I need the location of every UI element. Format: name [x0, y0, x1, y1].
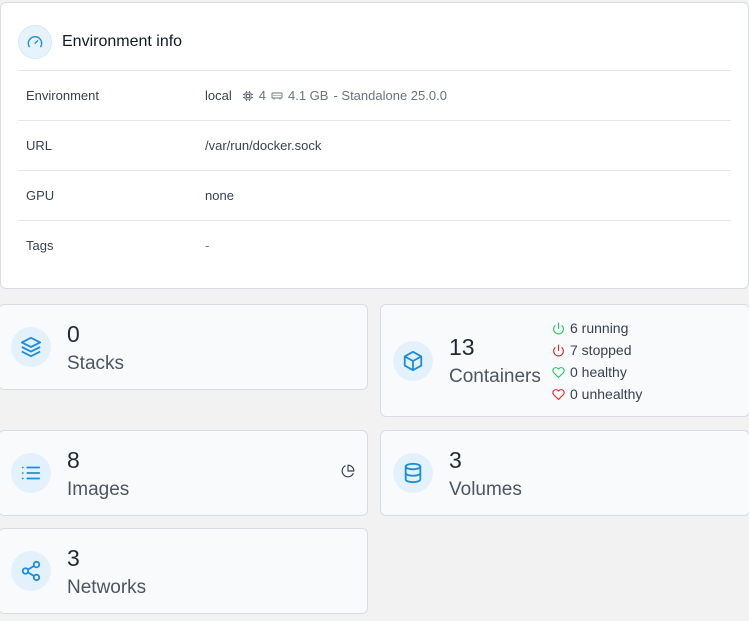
- cpu-count: 4: [258, 88, 266, 103]
- images-card[interactable]: 8 Images: [0, 430, 368, 516]
- stacks-label: Stacks: [67, 353, 125, 374]
- env-value-tags: -: [205, 238, 210, 253]
- memory-icon: [271, 90, 283, 102]
- pie-chart-icon[interactable]: [341, 464, 355, 483]
- volumes-label: Volumes: [449, 479, 522, 500]
- env-key-tags: Tags: [26, 238, 54, 253]
- heart-unhealthy-icon: [552, 388, 565, 400]
- volumes-count: 3: [449, 447, 462, 473]
- environment-name: local: [205, 88, 232, 103]
- stopped-count: 7 stopped: [570, 342, 632, 358]
- environment-info-card: Environment info Environment local 4 4.1…: [0, 2, 749, 289]
- images-label: Images: [67, 479, 130, 500]
- containers-card[interactable]: 13 Containers 6 running 7 stopped 0 heal…: [380, 304, 749, 417]
- share-icon: [11, 551, 51, 591]
- env-row-tags: Tags -: [18, 220, 731, 270]
- networks-label: Networks: [67, 577, 147, 598]
- list-icon: [11, 453, 51, 493]
- cpu-icon: [242, 90, 254, 102]
- stacks-card[interactable]: 0 Stacks: [0, 304, 368, 390]
- database-icon: [393, 453, 433, 493]
- volumes-card[interactable]: 3 Volumes: [380, 430, 749, 516]
- networks-card[interactable]: 3 Networks: [0, 528, 368, 614]
- memory-size: 4.1 GB: [287, 88, 329, 103]
- unhealthy-count: 0 unhealthy: [570, 386, 643, 402]
- env-key-gpu: GPU: [26, 188, 55, 203]
- env-value-gpu: none: [205, 188, 234, 203]
- containers-count: 13: [449, 334, 475, 360]
- environment-info-header: Environment info: [18, 24, 182, 60]
- env-row-gpu: GPU none: [18, 170, 731, 220]
- unhealthy-status: 0 unhealthy: [552, 383, 642, 405]
- env-value-environment: local 4 4.1 GB - Standalone 25.0.0: [205, 88, 447, 103]
- gauge-icon: [18, 25, 52, 59]
- layers-icon: [11, 327, 51, 367]
- container-status-list: 6 running 7 stopped 0 healthy 0 unhealth…: [552, 317, 642, 405]
- env-key-url: URL: [26, 138, 53, 153]
- env-key-environment: Environment: [26, 88, 99, 103]
- heart-healthy-icon: [552, 366, 565, 378]
- images-count: 8: [67, 447, 80, 473]
- environment-type: - Standalone 25.0.0: [333, 88, 447, 103]
- networks-count: 3: [67, 545, 80, 571]
- running-status: 6 running: [552, 317, 642, 339]
- containers-label: Containers: [449, 366, 541, 387]
- cube-icon: [393, 341, 433, 381]
- environment-info-table: Environment local 4 4.1 GB - Standalone …: [18, 70, 731, 270]
- running-count: 6 running: [570, 320, 629, 336]
- environment-info-title: Environment info: [62, 33, 183, 50]
- env-row-environment: Environment local 4 4.1 GB - Standalone …: [18, 70, 731, 120]
- healthy-count: 0 healthy: [570, 364, 627, 380]
- power-icon: [553, 322, 564, 334]
- stopped-status: 7 stopped: [552, 339, 642, 361]
- power-off-icon: [553, 344, 564, 356]
- env-row-url: URL /var/run/docker.sock: [18, 120, 731, 170]
- env-value-url: /var/run/docker.sock: [205, 138, 322, 153]
- stacks-count: 0: [67, 321, 80, 347]
- healthy-status: 0 healthy: [552, 361, 642, 383]
